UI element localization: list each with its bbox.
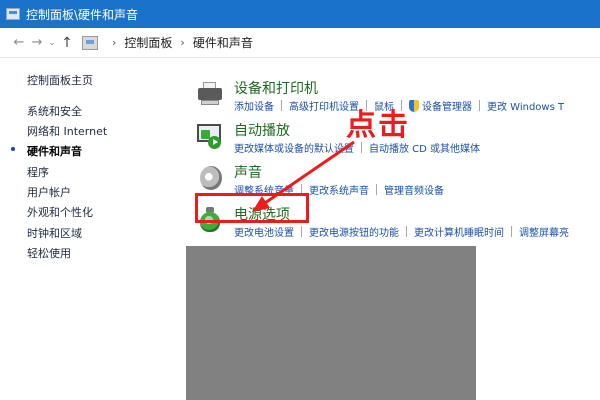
sidebar-item-appearance[interactable]: 外观和个性化 xyxy=(27,204,93,220)
sidebar-item-clock-region[interactable]: 时钟和区域 xyxy=(27,225,82,241)
sidebar-item-system-security[interactable]: 系统和安全 xyxy=(27,103,82,119)
category-title-sound[interactable]: 声音 xyxy=(234,162,262,182)
sidebar-item-hardware-sound[interactable]: 硬件和声音 xyxy=(27,143,82,159)
control-panel-window: 控制面板\硬件和声音 ← → ⌄ ↑ › 控制面板 › 硬件和声音 控制面板主页… xyxy=(0,0,600,400)
sidebar-item-ease-of-access[interactable]: 轻松使用 xyxy=(27,245,71,261)
link-manage-audio-devices[interactable]: 管理音频设备 xyxy=(384,182,444,197)
recent-locations-chevron-icon[interactable]: ⌄ xyxy=(46,38,58,48)
sidebar-item-user-accounts[interactable]: 用户帐户 xyxy=(27,184,71,200)
link-change-windows-to-go[interactable]: 更改 Windows T xyxy=(487,98,564,113)
category-title-autoplay[interactable]: 自动播放 xyxy=(234,120,290,140)
annotation-text: 点击 xyxy=(346,108,410,143)
link-change-default-media-settings[interactable]: 更改媒体或设备的默认设置 xyxy=(234,140,354,155)
autoplay-icon[interactable] xyxy=(196,122,224,150)
sidebar: 控制面板主页 系统和安全 网络和 Internet 硬件和声音 程序 用户帐户 … xyxy=(0,58,186,400)
sidebar-item-network-internet[interactable]: 网络和 Internet xyxy=(27,123,107,139)
speaker-icon[interactable] xyxy=(196,164,224,192)
printer-icon[interactable] xyxy=(196,80,224,108)
link-divider xyxy=(281,100,282,111)
link-change-system-sounds[interactable]: 更改系统声音 xyxy=(309,182,369,197)
forward-arrow-icon[interactable]: → xyxy=(28,35,46,50)
link-change-battery-settings[interactable]: 更改电池设置 xyxy=(234,224,294,239)
title-bar[interactable]: 控制面板\硬件和声音 xyxy=(0,0,600,28)
breadcrumb-control-panel[interactable]: 控制面板 xyxy=(124,34,172,51)
sidebar-item-programs[interactable]: 程序 xyxy=(27,164,49,180)
category-title-devices-printers[interactable]: 设备和打印机 xyxy=(234,78,318,98)
annotation-highlight-box xyxy=(195,193,309,223)
uac-shield-icon xyxy=(409,99,419,112)
link-adjust-screen-brightness[interactable]: 调整屏幕亮 xyxy=(519,224,569,239)
link-divider xyxy=(511,226,512,237)
category-links: 更改电池设置 更改电源按钮的功能 更改计算机睡眠时间 调整屏幕亮 xyxy=(234,224,569,239)
breadcrumb-separator-icon[interactable]: › xyxy=(180,36,184,49)
link-change-sleep-time[interactable]: 更改计算机睡眠时间 xyxy=(414,224,504,239)
link-divider xyxy=(479,100,480,111)
address-bar-row: ← → ⌄ ↑ › 控制面板 › 硬件和声音 xyxy=(0,28,600,58)
link-divider xyxy=(301,226,302,237)
control-panel-icon xyxy=(6,8,20,20)
address-control-panel-icon xyxy=(82,35,98,50)
link-add-device[interactable]: 添加设备 xyxy=(234,98,274,113)
link-change-power-button[interactable]: 更改电源按钮的功能 xyxy=(309,224,399,239)
link-device-manager[interactable]: 设备管理器 xyxy=(422,98,472,113)
breadcrumb-hardware-sound[interactable]: 硬件和声音 xyxy=(193,34,253,51)
breadcrumb-separator-icon[interactable]: › xyxy=(112,36,116,49)
active-item-dot-icon xyxy=(11,147,15,151)
sidebar-item-control-panel-home[interactable]: 控制面板主页 xyxy=(27,72,93,88)
redacted-area xyxy=(186,246,476,400)
back-arrow-icon[interactable]: ← xyxy=(10,35,28,50)
up-arrow-icon[interactable]: ↑ xyxy=(58,35,76,51)
window-title: 控制面板\硬件和声音 xyxy=(26,7,139,22)
link-divider xyxy=(406,226,407,237)
link-divider xyxy=(376,184,377,195)
